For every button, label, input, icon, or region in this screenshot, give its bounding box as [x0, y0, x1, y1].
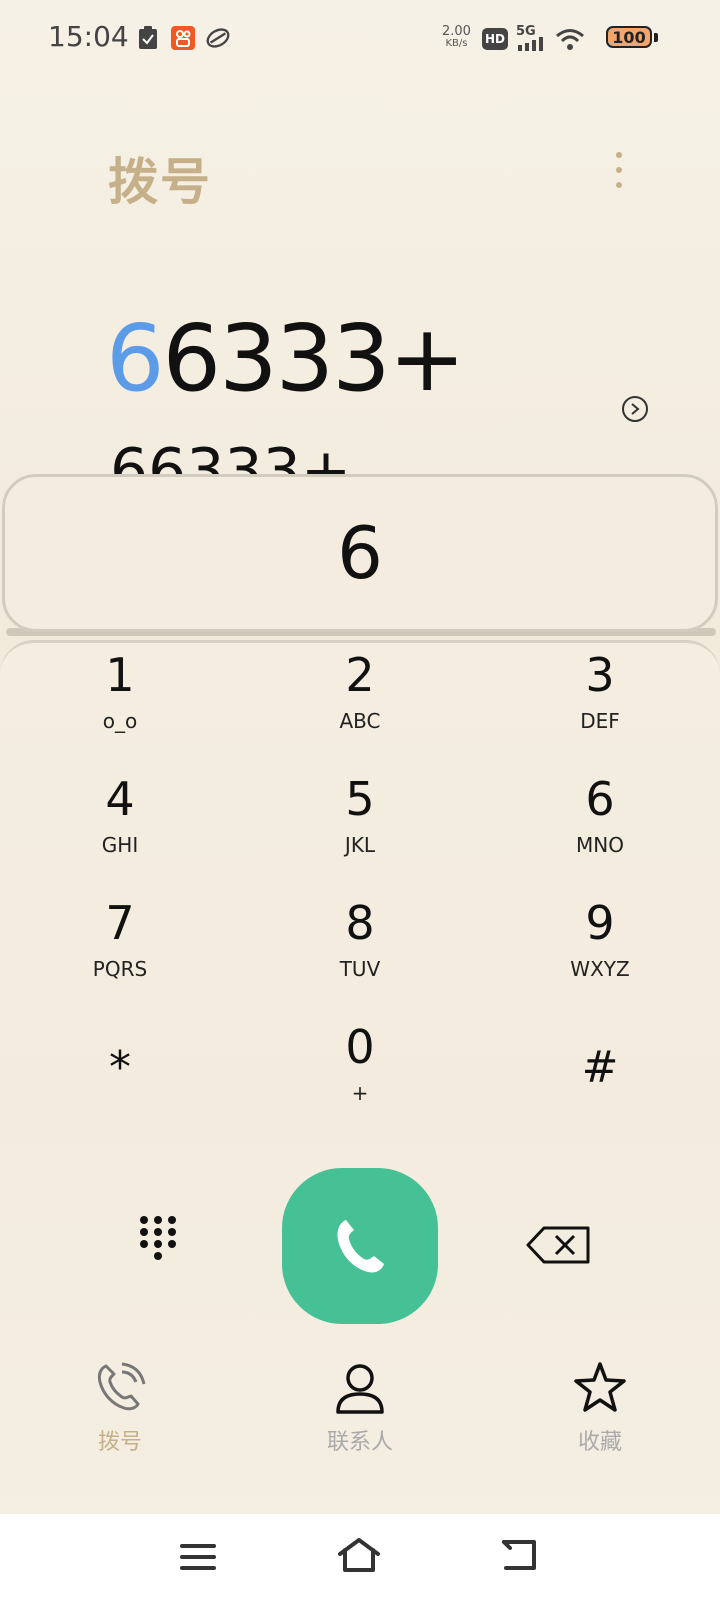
tab-dial[interactable]: 拨号: [40, 1360, 200, 1470]
dialpad-toggle-icon[interactable]: [136, 1214, 188, 1270]
system-nav-bar: [0, 1514, 720, 1600]
back-icon[interactable]: [500, 1538, 538, 1576]
key-8[interactable]: 8 TUV: [280, 896, 440, 1006]
net-speed: 2.00 KB/s: [442, 24, 471, 50]
battery-icon: 100: [606, 26, 652, 48]
key-digit: 1: [105, 648, 135, 702]
key-letters: ABC: [339, 709, 381, 733]
hd-badge: HD: [482, 28, 508, 50]
star-icon: [572, 1360, 628, 1416]
net-speed-value: 2.00: [442, 24, 471, 39]
key-digit: *: [109, 1042, 131, 1093]
dialed-rest-digits: 6333+: [162, 305, 466, 412]
more-options-icon[interactable]: [612, 152, 626, 196]
key-6[interactable]: 6 MNO: [520, 772, 680, 882]
kuaishou-app-icon: [171, 26, 195, 50]
tab-label: 收藏: [577, 1430, 622, 1455]
key-digit: 2: [345, 648, 375, 702]
battery-tip: [654, 33, 658, 42]
key-digit: 3: [585, 648, 615, 702]
key-5[interactable]: 5 JKL: [280, 772, 440, 882]
key-3[interactable]: 3 DEF: [520, 648, 680, 758]
key-letters: +: [351, 1081, 369, 1105]
key-digit: 4: [105, 772, 135, 826]
key-letters: TUV: [339, 957, 381, 981]
key-letters: JKL: [344, 833, 376, 857]
key-letters: PQRS: [92, 957, 148, 981]
menu-icon[interactable]: [180, 1542, 216, 1576]
key-hash[interactable]: #: [520, 1020, 680, 1130]
phone-icon: [92, 1360, 148, 1416]
chevron-right-icon[interactable]: [622, 396, 648, 422]
key-letters: GHI: [101, 833, 139, 857]
key-letters: WXYZ: [570, 957, 630, 981]
dialed-number: 66333+: [106, 305, 466, 412]
key-digit: 8: [345, 896, 375, 950]
clipboard-icon: [136, 26, 160, 50]
tab-label: 联系人: [326, 1430, 393, 1455]
tab-contacts[interactable]: 联系人: [280, 1360, 440, 1470]
phone-icon: [337, 1220, 384, 1273]
key-letters: o_o: [102, 709, 138, 733]
home-icon[interactable]: [336, 1536, 382, 1578]
key-0[interactable]: 0 +: [280, 1020, 440, 1130]
key-digit: 5: [345, 772, 375, 826]
dialed-first-digit: 6: [106, 305, 165, 412]
wifi-icon: [555, 28, 585, 54]
key-digit: #: [581, 1042, 619, 1093]
key-digit: 7: [105, 896, 135, 950]
signal-icon: [518, 36, 546, 55]
tab-favorites[interactable]: 收藏: [520, 1360, 680, 1470]
key-digit: 0: [345, 1020, 375, 1074]
key-1[interactable]: 1 o_o: [40, 648, 200, 758]
secondary-number: 66333+: [0, 430, 720, 474]
status-bar: 15:04 2.00 KB/s HD 5G 100: [0, 0, 720, 80]
key-2[interactable]: 2 ABC: [280, 648, 440, 758]
tab-label: 拨号: [97, 1430, 142, 1455]
key-letters: DEF: [580, 709, 620, 733]
status-time: 15:04: [48, 20, 129, 53]
call-button[interactable]: [282, 1168, 438, 1324]
key-7[interactable]: 7 PQRS: [40, 896, 200, 1006]
key-star[interactable]: *: [40, 1020, 200, 1130]
net-speed-unit: KB/s: [445, 38, 468, 49]
secondary-number-text: 66333+: [110, 436, 352, 474]
page-title: 拨号: [108, 153, 212, 211]
key-digit: 9: [585, 896, 615, 950]
key-9[interactable]: 9 WXYZ: [520, 896, 680, 1006]
backspace-icon[interactable]: [526, 1226, 592, 1264]
contact-icon: [332, 1360, 388, 1416]
key-4[interactable]: 4 GHI: [40, 772, 200, 882]
leaf-app-icon: [206, 26, 230, 50]
key-letters: MNO: [576, 833, 624, 857]
key-digit: 6: [585, 772, 615, 826]
key-press-popup: 6: [2, 474, 718, 632]
